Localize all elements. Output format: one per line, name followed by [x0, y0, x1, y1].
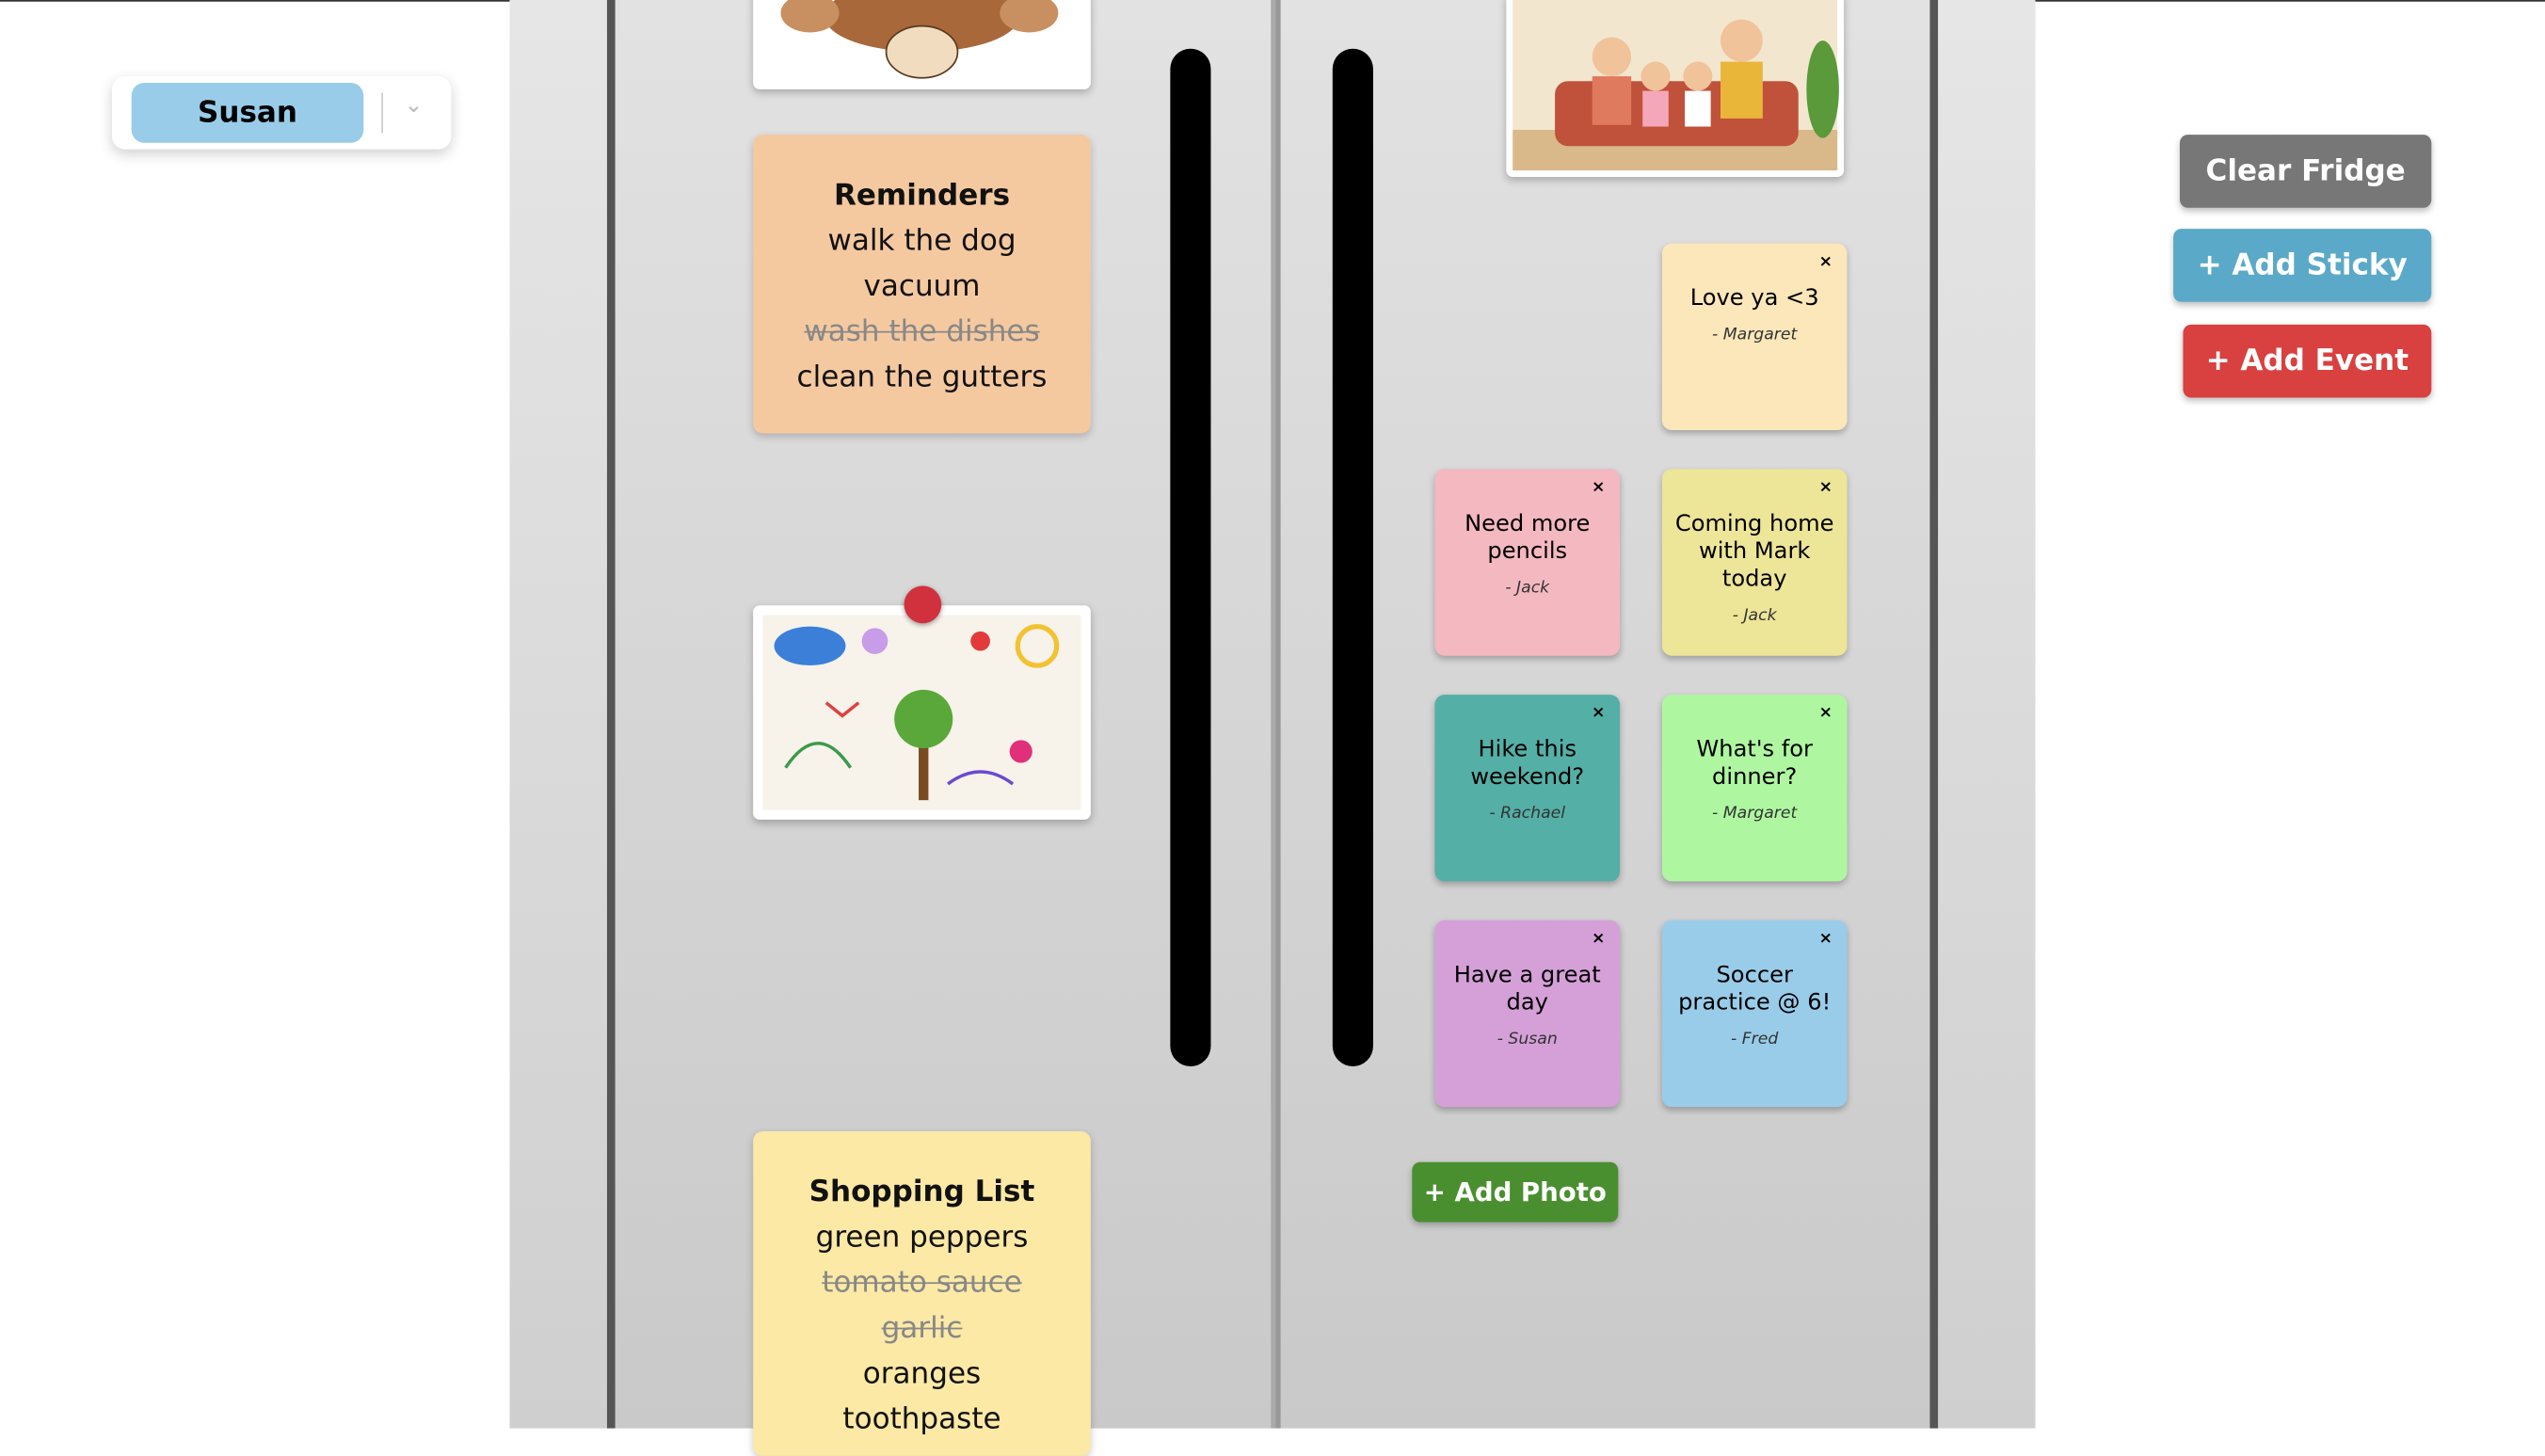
- magnet-pin: [904, 585, 942, 624]
- dog-photo[interactable]: [753, 0, 1091, 89]
- sticky-author: - Rachael: [1489, 805, 1566, 824]
- close-icon[interactable]: ×: [1818, 479, 1832, 497]
- reminder-item: clean the gutters: [796, 360, 1048, 395]
- close-icon[interactable]: ×: [1818, 253, 1832, 271]
- add-event-button[interactable]: + Add Event: [2183, 324, 2432, 398]
- selected-user[interactable]: Susan: [131, 82, 364, 143]
- door-handle-left: [1170, 48, 1211, 1066]
- sticky-note[interactable]: × Soccer practice @ 6! - Fred: [1661, 920, 1848, 1108]
- shopping-item: toothpaste: [842, 1401, 1001, 1437]
- sticky-message: Need more pencils: [1465, 511, 1591, 566]
- sticky-author: - Susan: [1497, 1031, 1558, 1049]
- sticky-message: Soccer practice @ 6!: [1678, 962, 1832, 1016]
- kids-drawing-photo[interactable]: [753, 605, 1091, 820]
- sticky-message: Hike this weekend?: [1470, 736, 1585, 791]
- sticky-message: Have a great day: [1453, 962, 1601, 1016]
- sticky-author: - Margaret: [1712, 805, 1798, 824]
- shopping-title: Shopping List: [808, 1175, 1035, 1209]
- divider: [381, 92, 383, 134]
- sticky-author: - Jack: [1505, 579, 1550, 598]
- reminder-item: walk the dog: [827, 223, 1016, 259]
- reminders-title: Reminders: [833, 178, 1011, 213]
- sticky-note[interactable]: × Coming home with Mark today - Jack: [1661, 469, 1848, 656]
- close-icon[interactable]: ×: [1592, 930, 1605, 948]
- sticky-message: Love ya <3: [1689, 285, 1819, 312]
- drawing-illustration: [762, 615, 1081, 810]
- close-icon[interactable]: ×: [1818, 930, 1832, 948]
- shopping-list-note[interactable]: Shopping List green peppers tomato sauce…: [753, 1130, 1091, 1456]
- add-photo-button[interactable]: + Add Photo: [1412, 1161, 1619, 1223]
- shopping-item: green peppers: [815, 1220, 1029, 1256]
- reminder-item: vacuum: [863, 269, 981, 304]
- sticky-author: - Fred: [1731, 1031, 1779, 1049]
- close-icon[interactable]: ×: [1592, 704, 1605, 722]
- add-sticky-button[interactable]: + Add Sticky: [2173, 229, 2432, 302]
- close-icon[interactable]: ×: [1818, 704, 1832, 722]
- close-icon[interactable]: ×: [1592, 479, 1605, 497]
- sticky-note[interactable]: × Hike this weekend? - Rachael: [1434, 695, 1621, 882]
- sticky-note[interactable]: × Have a great day - Susan: [1434, 920, 1621, 1108]
- sticky-author: - Jack: [1732, 606, 1777, 625]
- sticky-author: - Margaret: [1712, 326, 1798, 344]
- family-photo[interactable]: [1506, 0, 1845, 177]
- dog-illustration: [780, 0, 1059, 79]
- clear-fridge-button[interactable]: Clear Fridge: [2180, 135, 2432, 208]
- door-handle-right: [1332, 48, 1373, 1066]
- shopping-item-done: tomato sauce: [822, 1266, 1022, 1301]
- sticky-note[interactable]: × Love ya <3 - Margaret: [1661, 243, 1848, 430]
- sticky-message: Coming home with Mark today: [1674, 511, 1834, 593]
- chevron-down-icon[interactable]: ⌄: [404, 92, 423, 119]
- reminder-item-done: wash the dishes: [804, 314, 1040, 349]
- sticky-message: What's for dinner?: [1696, 736, 1813, 791]
- family-illustration: [1513, 0, 1839, 171]
- sticky-note[interactable]: × Need more pencils - Jack: [1434, 469, 1621, 656]
- shopping-item-done: garlic: [881, 1311, 963, 1346]
- shopping-item: oranges: [862, 1356, 982, 1391]
- user-selector[interactable]: Susan ⌄: [111, 76, 452, 150]
- sticky-note[interactable]: × What's for dinner? - Margaret: [1661, 695, 1848, 882]
- reminders-note[interactable]: Reminders walk the dog vacuum wash the d…: [753, 135, 1091, 434]
